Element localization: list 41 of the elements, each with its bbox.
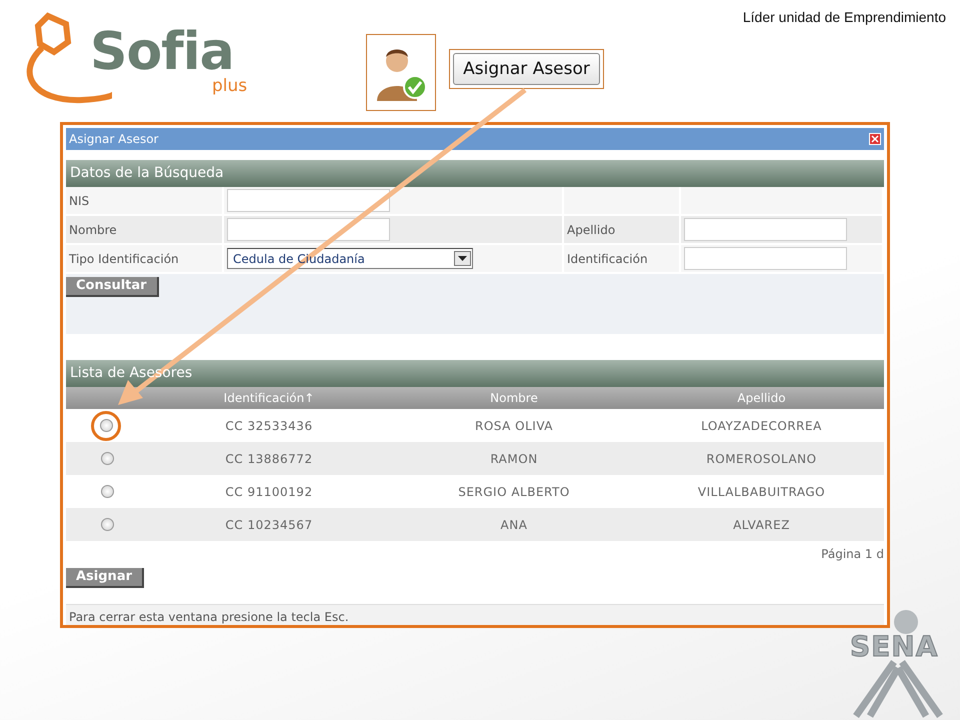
table-cell-text: RAMON	[489, 450, 539, 468]
assign-advisor-button[interactable]: Asignar Asesor	[453, 53, 600, 85]
user-check-icon	[366, 34, 436, 111]
input-field[interactable]	[684, 247, 847, 270]
page-indicator: Página 1 d	[821, 547, 884, 561]
close-icon[interactable]	[869, 133, 881, 145]
radio-button[interactable]	[101, 485, 114, 498]
table-cell-text: ANA	[500, 516, 528, 534]
dropdown-caret-icon	[454, 251, 471, 266]
table-cell-text: LOAYZADECORREA	[700, 418, 823, 434]
column-header: Apellido	[736, 390, 787, 407]
table-cell-text: CC 91100192	[224, 484, 314, 500]
field-label: Nombre	[69, 222, 117, 238]
field-label: Identificación	[567, 250, 648, 268]
field-label: NIS	[69, 192, 90, 210]
table-cell-text: ROMEROSOLANO	[705, 450, 818, 468]
input-field[interactable]	[227, 189, 390, 212]
role-label: Líder unidad de Emprendimiento	[742, 8, 946, 27]
table-cell-text: CC 13886772	[224, 450, 314, 468]
input-field[interactable]	[227, 218, 390, 241]
logo-wordmark: SENA	[850, 630, 938, 663]
table-cell-text: SERGIO ALBERTO	[457, 484, 571, 500]
logo-wordmark: Sofia	[90, 26, 234, 78]
table-cell-text: ROSA OLIVA	[474, 418, 554, 434]
table-cell-text: CC 10234567	[224, 516, 314, 534]
table-cell-text: VILLALBABUITRAGO	[696, 484, 826, 500]
input-field[interactable]	[684, 218, 847, 241]
section-title: Datos de la Búsqueda	[70, 164, 224, 183]
footer-hint: Para cerrar esta ventana presione la tecla Esc.	[66, 604, 884, 625]
radio-button[interactable]	[100, 419, 112, 432]
radio-button[interactable]	[101, 452, 114, 465]
dialog-title: Asignar Asesor	[69, 131, 158, 148]
field-label: Apellido	[567, 222, 616, 238]
table-cell-text: CC 32533436	[224, 418, 314, 434]
field-label: Tipo Identificación	[69, 250, 179, 268]
logo-subtitle: plus	[212, 78, 248, 95]
select-field[interactable]: Cedula de Ciudadanía	[227, 248, 473, 269]
table-cell-text: ALVAREZ	[732, 516, 791, 534]
column-header: Identificación↑	[222, 390, 316, 407]
column-header: Nombre	[489, 390, 539, 407]
radio-button[interactable]	[101, 518, 114, 531]
